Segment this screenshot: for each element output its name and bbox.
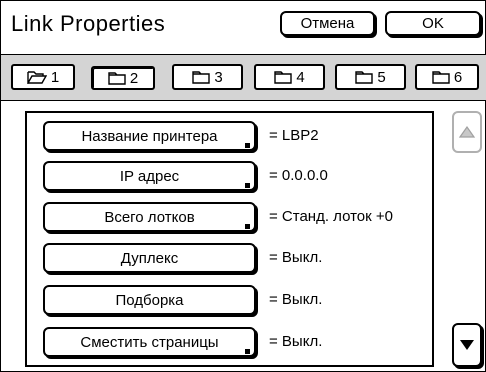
printer-name-button[interactable]: Название принтера (43, 121, 256, 151)
submenu-indicator-icon (245, 183, 250, 188)
submenu-indicator-icon (245, 349, 250, 354)
setting-value: = Выкл. (269, 291, 323, 308)
setting-value: = Выкл. (269, 333, 323, 350)
tab-label: 6 (453, 68, 463, 86)
setting-value: = Станд. лоток +0 (269, 208, 393, 225)
scroll-up-icon (458, 125, 476, 138)
duplex-button[interactable]: Дуплекс (43, 243, 256, 273)
tab-label: 5 (377, 68, 386, 86)
link-properties-window: Link Properties Отмена OK 1 2 3 4 5 6 На… (0, 0, 486, 372)
tab-label: 4 (296, 68, 305, 86)
tab-label: 2 (129, 69, 139, 87)
collation-button[interactable]: Подборка (43, 285, 256, 315)
tab-5[interactable]: 5 (335, 64, 406, 90)
setting-row-total-trays: Всего лотков = Станд. лоток +0 (43, 202, 423, 234)
folder-icon (108, 72, 126, 85)
setting-row-duplex: Дуплекс = Выкл. (43, 243, 423, 275)
settings-list: Название принтера = LBP2 IP адрес = 0.0.… (25, 111, 434, 367)
setting-row-ip-address: IP адрес = 0.0.0.0 (43, 161, 423, 193)
scroll-up-button[interactable] (452, 111, 482, 153)
setting-value: = LBP2 (269, 127, 319, 144)
folder-open-icon (27, 71, 47, 84)
folder-icon (274, 71, 293, 84)
scroll-down-icon (460, 340, 474, 350)
setting-label: Сместить страницы (80, 333, 219, 351)
folder-icon (192, 71, 211, 84)
total-trays-button[interactable]: Всего лотков (43, 202, 256, 232)
setting-label: Всего лотков (104, 208, 195, 226)
ok-button[interactable]: OK (385, 11, 481, 36)
submenu-indicator-icon (245, 143, 250, 148)
tab-4[interactable]: 4 (254, 64, 325, 90)
submenu-indicator-icon (245, 224, 250, 229)
folder-icon (355, 71, 374, 84)
setting-value: = Выкл. (269, 249, 323, 266)
tab-label: 1 (50, 68, 60, 86)
setting-row-printer-name: Название принтера = LBP2 (43, 121, 423, 153)
setting-value: = 0.0.0.0 (269, 167, 328, 184)
setting-label: Дуплекс (120, 249, 179, 267)
folder-icon (432, 71, 450, 84)
setting-label: Подборка (115, 291, 184, 309)
tab-1[interactable]: 1 (11, 64, 75, 90)
tab-label: 3 (214, 68, 223, 86)
tab-strip: 1 2 3 4 5 6 (1, 54, 486, 101)
cancel-button[interactable]: Отмена (280, 11, 375, 36)
tab-3[interactable]: 3 (172, 64, 243, 90)
ip-address-button[interactable]: IP адрес (43, 161, 256, 191)
setting-label: IP адрес (119, 167, 180, 185)
setting-row-offset-pages: Сместить страницы = Выкл. (43, 327, 423, 359)
page-title: Link Properties (11, 11, 166, 36)
setting-label: Название принтера (81, 127, 218, 145)
scroll-down-button[interactable] (452, 323, 482, 367)
tab-2[interactable]: 2 (91, 66, 155, 90)
tab-6[interactable]: 6 (415, 64, 479, 90)
setting-row-collation: Подборка = Выкл. (43, 285, 423, 317)
offset-pages-button[interactable]: Сместить страницы (43, 327, 256, 357)
